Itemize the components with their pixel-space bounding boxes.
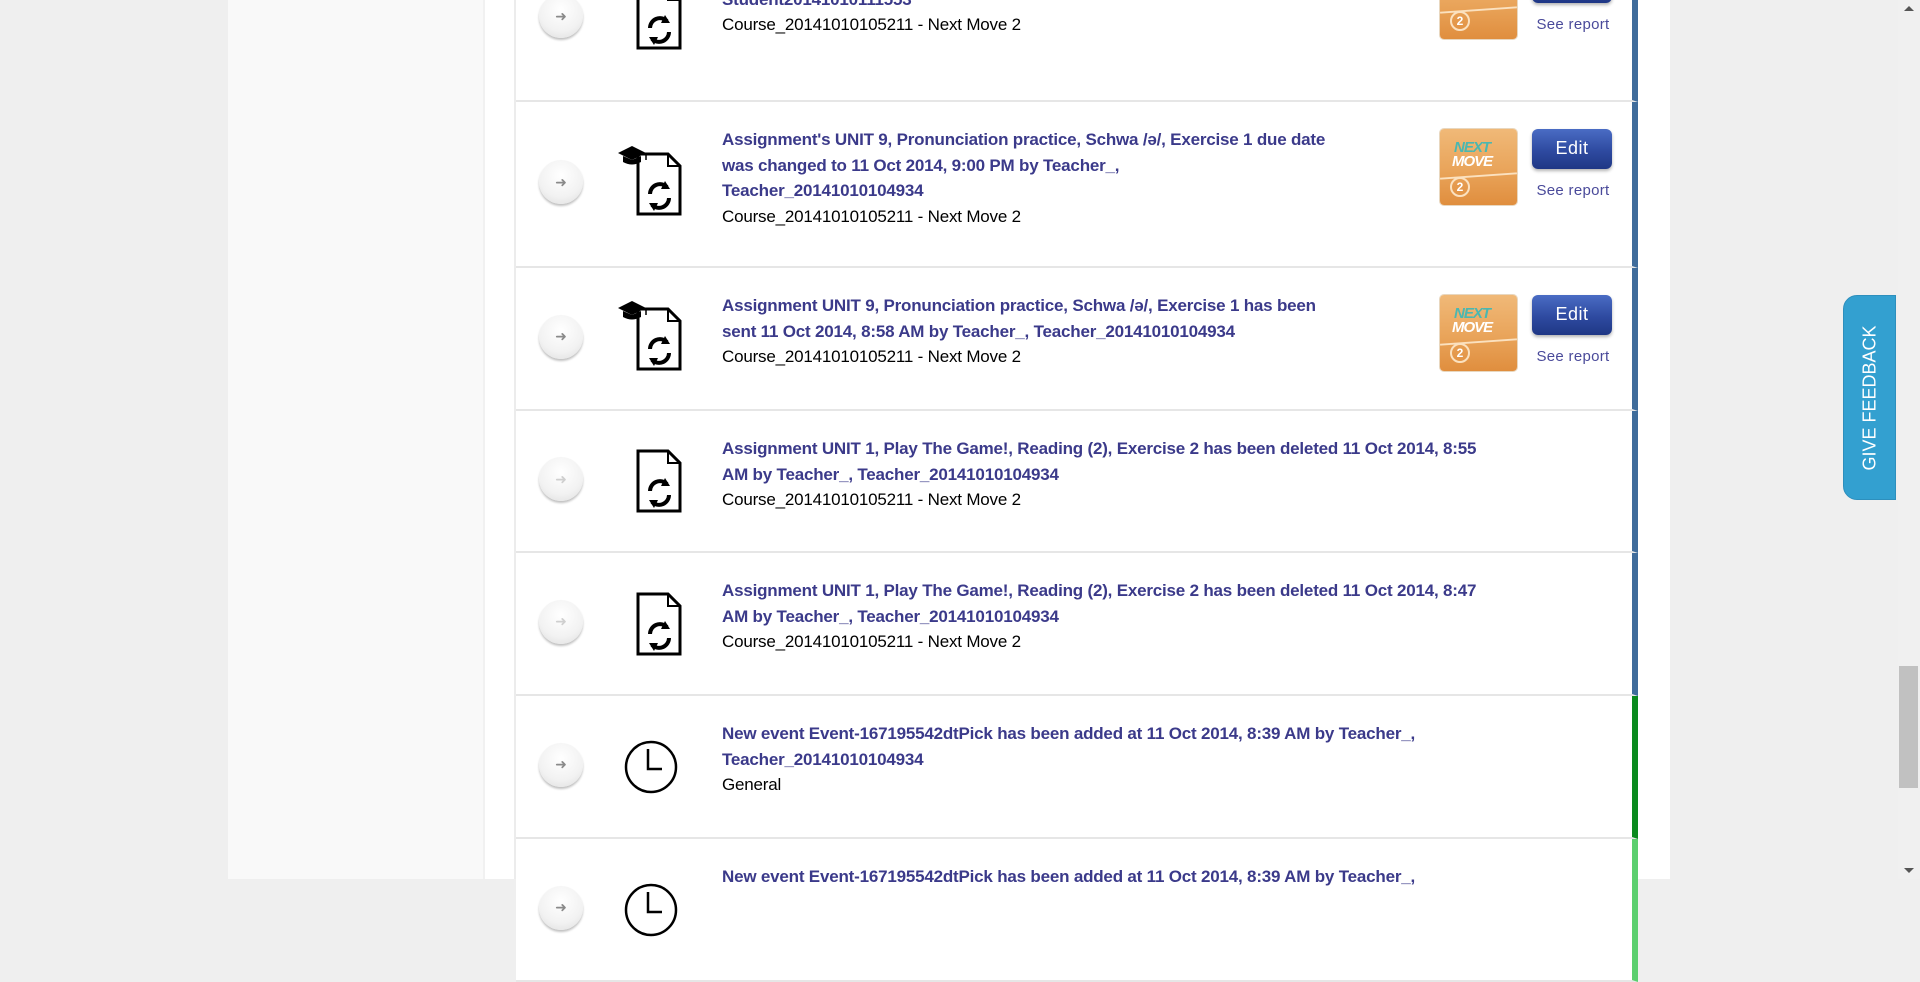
arrow-right-icon: ➜ [555, 173, 567, 190]
see-report-link[interactable]: See report [1532, 182, 1614, 199]
activity-course: Course_20141010105211 - Next Move 2 [722, 347, 1021, 366]
expand-arrow-button[interactable]: ➜ [539, 0, 583, 38]
activity-item: ➜ New event Event-167195542dtPick has bee… [516, 839, 1638, 982]
activity-course: Course_20141010105211 - Next Move 2 [722, 206, 1021, 226]
file-sync-icon [616, 443, 686, 515]
activity-title-link[interactable]: Teacher_20141010104934 [722, 747, 1415, 773]
activity-title-link[interactable]: Assignment's UNIT 9, Pronunciation pract… [722, 127, 1325, 153]
activity-title-link[interactable]: New event Event-167195542dtPick has been… [722, 721, 1415, 747]
arrow-right-icon: ➜ [555, 7, 567, 24]
activity-text: Assignment UNIT 9, Pronunciation practic… [722, 293, 1316, 370]
activity-course: General [722, 775, 782, 794]
activity-title-link[interactable]: was changed to 11 Oct 2014, 9:00 PM by T… [722, 153, 1325, 179]
activity-text: Assignment UNIT 1, Play The Game!, Readi… [722, 578, 1476, 655]
activity-item: ➜ New event Event-167195542dtPick has bee… [516, 696, 1638, 839]
scrollbar-thumb[interactable] [1899, 666, 1918, 788]
activity-text: was not submitted by 11 Oct 2014, 9:00 A… [722, 0, 1164, 38]
logo-text: MOVE [1452, 319, 1493, 336]
file-sync-icon [616, 586, 686, 658]
activity-text: Assignment's UNIT 9, Pronunciation pract… [722, 127, 1325, 229]
give-feedback-label: GIVE FEEDBACK [1859, 324, 1879, 471]
activity-title-link[interactable]: Assignment UNIT 9, Pronunciation practic… [722, 293, 1316, 319]
file-sync-icon [616, 0, 686, 52]
expand-arrow-button[interactable]: ➜ [539, 885, 583, 930]
graduation-file-sync-icon [616, 300, 686, 373]
activity-title-link[interactable]: Student20141010111553 [722, 0, 1164, 12]
arrow-right-icon: ➜ [555, 328, 567, 344]
graduation-file-sync-icon [616, 146, 686, 218]
activity-title-link[interactable]: AM by Teacher_, Teacher_20141010104934 [722, 462, 1476, 488]
next-move-course-logo: NEXTMOVE2 [1440, 295, 1517, 371]
logo-number: 2 [1450, 11, 1470, 31]
activity-course: Course_20141010105211 - Next Move 2 [722, 15, 1021, 34]
activity-item: ➜ Assignment's UNIT 9, Pronunciation prac… [516, 102, 1638, 268]
arrow-right-icon: ➜ [555, 470, 567, 487]
arrow-right-icon: ➜ [555, 613, 567, 629]
edit-button[interactable]: Edit [1532, 129, 1612, 169]
scroll-down-arrow-icon[interactable] [1904, 868, 1914, 873]
logo-number: 2 [1450, 177, 1470, 197]
next-move-course-logo: NEXTMOVE2 [1440, 129, 1517, 205]
next-move-course-logo: NEXTMOVE2 [1440, 0, 1517, 39]
activity-title-link[interactable]: Assignment UNIT 1, Play The Game!, Readi… [722, 578, 1476, 604]
activity-title-link[interactable]: AM by Teacher_, Teacher_20141010104934 [722, 604, 1476, 630]
activity-item: ➜ Assignment UNIT 1, Play The Game!, Read… [516, 553, 1638, 696]
activity-course: Course_20141010105211 - Next Move 2 [722, 490, 1021, 509]
activity-text: New event Event-167195542dtPick has been… [722, 864, 1415, 890]
arrow-right-icon: ➜ [555, 756, 567, 772]
activity-item: ➜ Assignment UNIT 9, Pronunciation practi… [516, 268, 1638, 411]
see-report-link[interactable]: See report [1532, 16, 1614, 33]
clock-icon [616, 729, 686, 801]
expand-arrow-button[interactable]: ➜ [539, 314, 583, 359]
activity-text: New event Event-167195542dtPick has been… [722, 721, 1415, 798]
activity-item: ➜ was not submitted by 11 Oct 2014, 9:00 … [516, 0, 1638, 102]
arrow-right-icon: ➜ [555, 899, 567, 915]
activity-title-link[interactable]: New event Event-167195542dtPick has been… [722, 864, 1415, 890]
expand-arrow-button[interactable]: ➜ [539, 599, 583, 644]
activity-course: Course_20141010105211 - Next Move 2 [722, 632, 1021, 651]
activity-item: ➜ Assignment UNIT 1, Play The Game!, Read… [516, 411, 1638, 553]
activity-title-link[interactable]: Teacher_20141010104934 [722, 178, 1325, 204]
logo-text: MOVE [1452, 0, 1493, 4]
edit-button[interactable]: Edit [1532, 295, 1612, 335]
logo-number: 2 [1450, 343, 1470, 363]
activity-text: Assignment UNIT 1, Play The Game!, Readi… [722, 436, 1476, 513]
logo-text: MOVE [1452, 153, 1493, 170]
scrollbar[interactable] [1898, 0, 1920, 879]
activity-list: ➜ was not submitted by 11 Oct 2014, 9:00 … [514, 0, 1638, 982]
activity-title-link[interactable]: Assignment UNIT 1, Play The Game!, Readi… [722, 436, 1476, 462]
expand-arrow-button[interactable]: ➜ [539, 742, 583, 787]
left-panel [228, 0, 483, 879]
see-report-link[interactable]: See report [1532, 348, 1614, 365]
edit-button[interactable]: Edit [1532, 0, 1612, 3]
expand-arrow-button[interactable]: ➜ [539, 160, 583, 204]
scroll-up-arrow-icon[interactable] [1904, 6, 1914, 11]
give-feedback-button[interactable]: GIVE FEEDBACK [1843, 295, 1896, 500]
activity-title-link[interactable]: sent 11 Oct 2014, 8:58 AM by Teacher_, T… [722, 319, 1316, 345]
expand-arrow-button[interactable]: ➜ [539, 457, 583, 501]
clock-icon [616, 872, 686, 944]
